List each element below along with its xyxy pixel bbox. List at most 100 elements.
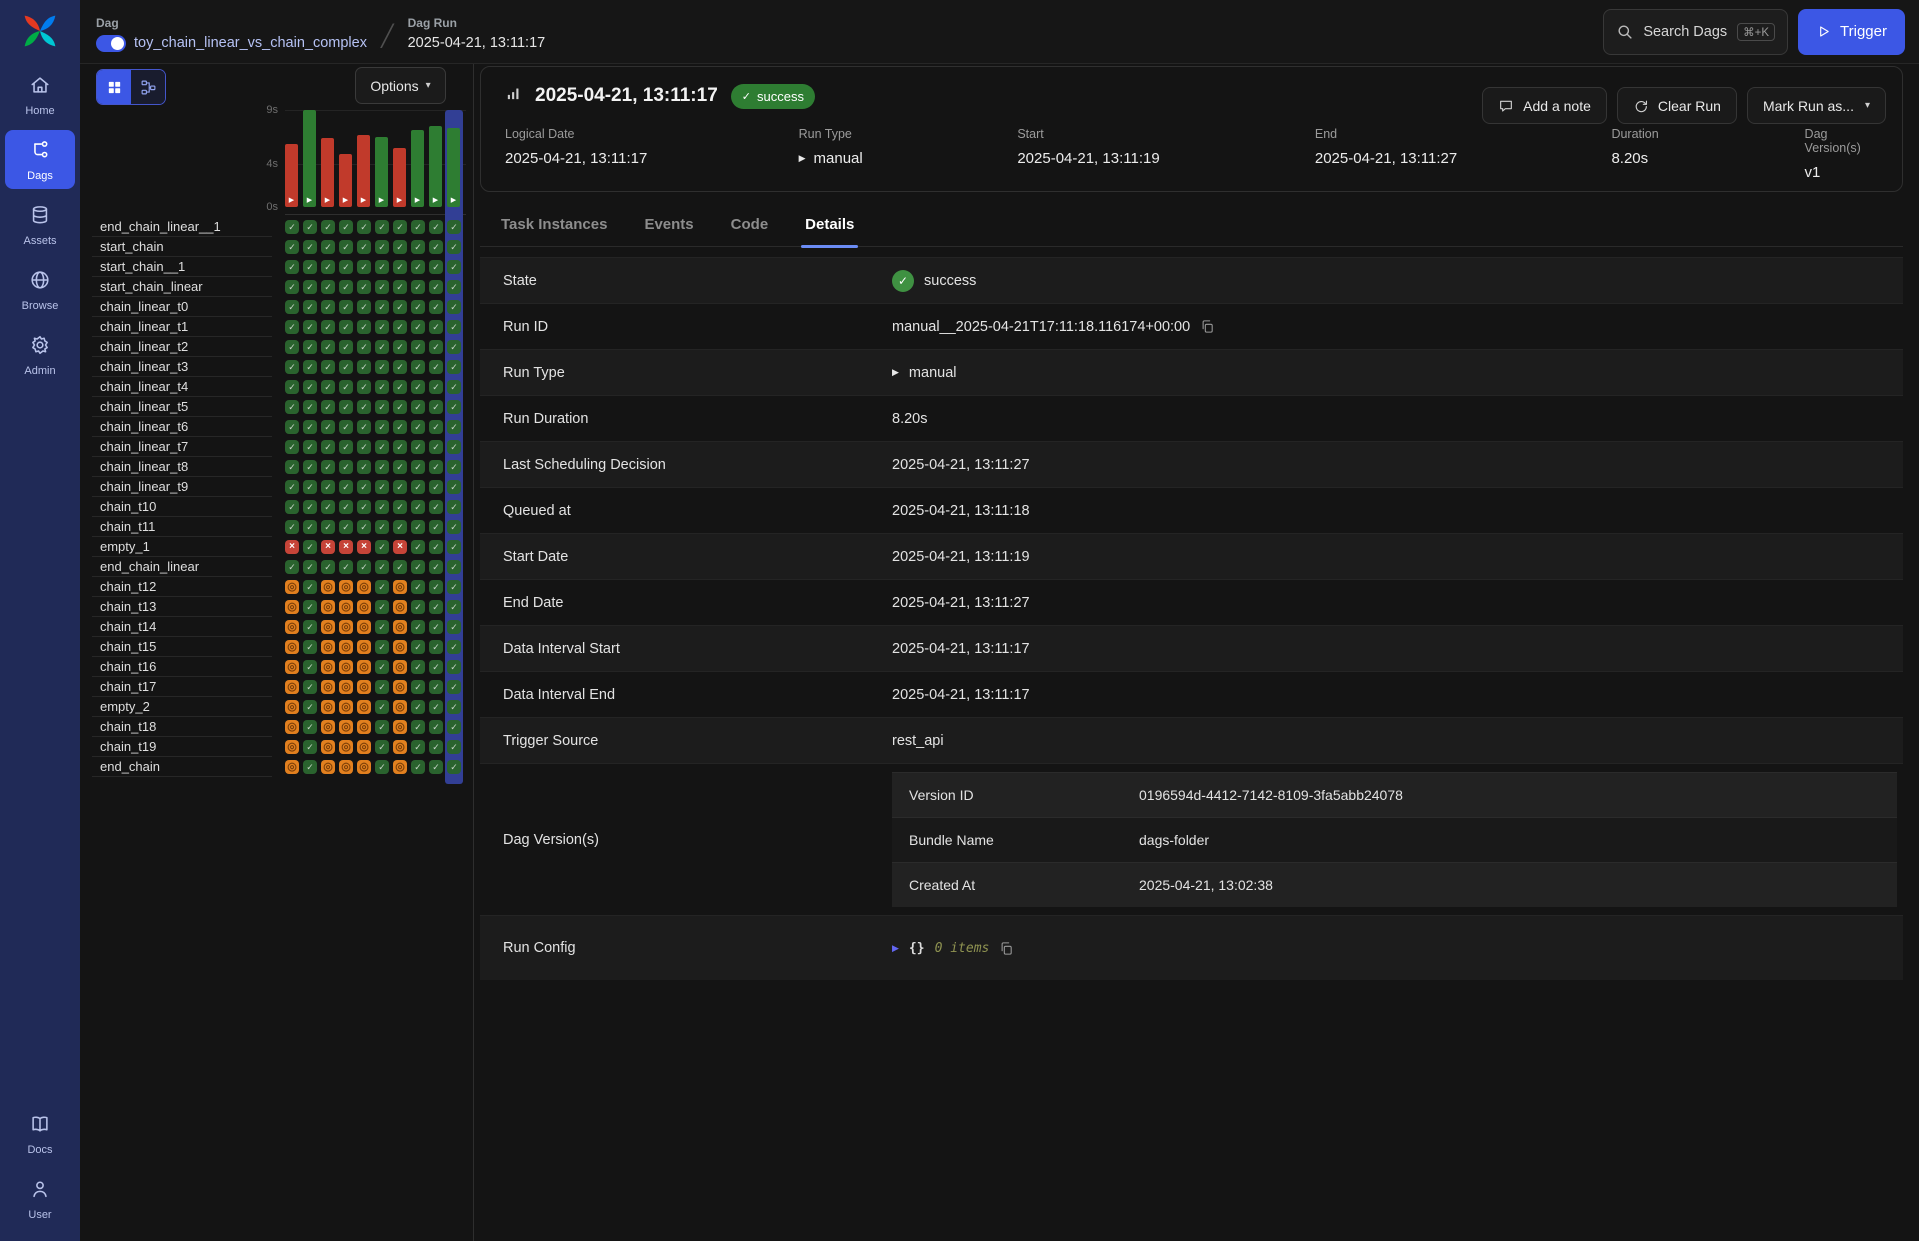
task-instance-chain_linear_t5-run6-success[interactable]: ✓: [375, 400, 389, 414]
task-instance-chain_linear_t8-run2-success[interactable]: ✓: [303, 460, 317, 474]
task-instance-start_chain_linear-run1-success[interactable]: ✓: [285, 280, 299, 294]
tab-details[interactable]: Details: [803, 210, 856, 246]
task-instance-start_chain_linear-run7-success[interactable]: ✓: [393, 280, 407, 294]
task-instance-chain_linear_t5-run7-success[interactable]: ✓: [393, 400, 407, 414]
task-instance-end_chain-run3-upstream_failed[interactable]: ◎: [321, 760, 335, 774]
task-instance-empty_2-run4-upstream_failed[interactable]: ◎: [339, 700, 353, 714]
tab-task-instances[interactable]: Task Instances: [499, 210, 609, 246]
task-instance-chain_linear_t9-run10-success[interactable]: ✓: [447, 480, 461, 494]
task-instance-chain_linear_t5-run8-success[interactable]: ✓: [411, 400, 425, 414]
task-instance-chain_linear_t6-run7-success[interactable]: ✓: [393, 420, 407, 434]
task-instance-chain_t14-run2-success[interactable]: ✓: [303, 620, 317, 634]
task-instance-chain_linear_t5-run3-success[interactable]: ✓: [321, 400, 335, 414]
task-instance-empty_2-run10-success[interactable]: ✓: [447, 700, 461, 714]
task-instance-chain_t11-run7-success[interactable]: ✓: [393, 520, 407, 534]
task-name-chain_t15[interactable]: chain_t15: [100, 639, 156, 654]
task-name-chain_t10[interactable]: chain_t10: [100, 499, 156, 514]
task-instance-end_chain_linear__1-run10-success[interactable]: ✓: [447, 220, 461, 234]
task-instance-chain_t12-run8-success[interactable]: ✓: [411, 580, 425, 594]
task-name-start_chain[interactable]: start_chain: [100, 239, 164, 254]
task-name-chain_linear_t9[interactable]: chain_linear_t9: [100, 479, 188, 494]
task-instance-chain_t17-run3-upstream_failed[interactable]: ◎: [321, 680, 335, 694]
task-instance-chain_linear_t4-run9-success[interactable]: ✓: [429, 380, 443, 394]
task-instance-end_chain_linear__1-run6-success[interactable]: ✓: [375, 220, 389, 234]
task-instance-empty_1-run2-success[interactable]: ✓: [303, 540, 317, 554]
task-instance-chain_t14-run8-success[interactable]: ✓: [411, 620, 425, 634]
task-instance-end_chain_linear-run7-success[interactable]: ✓: [393, 560, 407, 574]
task-instance-chain_t14-run9-success[interactable]: ✓: [429, 620, 443, 634]
task-instance-start_chain-run2-success[interactable]: ✓: [303, 240, 317, 254]
task-instance-end_chain-run8-success[interactable]: ✓: [411, 760, 425, 774]
task-instance-end_chain_linear-run5-success[interactable]: ✓: [357, 560, 371, 574]
task-instance-chain_t18-run9-success[interactable]: ✓: [429, 720, 443, 734]
task-instance-chain_linear_t5-run9-success[interactable]: ✓: [429, 400, 443, 414]
task-instance-chain_linear_t9-run7-success[interactable]: ✓: [393, 480, 407, 494]
task-instance-chain_linear_t4-run6-success[interactable]: ✓: [375, 380, 389, 394]
task-instance-chain_t15-run9-success[interactable]: ✓: [429, 640, 443, 654]
task-name-chain_linear_t8[interactable]: chain_linear_t8: [100, 459, 188, 474]
task-instance-chain_linear_t4-run2-success[interactable]: ✓: [303, 380, 317, 394]
task-instance-chain_t10-run6-success[interactable]: ✓: [375, 500, 389, 514]
task-instance-chain_linear_t1-run2-success[interactable]: ✓: [303, 320, 317, 334]
task-instance-chain_linear_t6-run6-success[interactable]: ✓: [375, 420, 389, 434]
task-name-chain_linear_t7[interactable]: chain_linear_t7: [100, 439, 188, 454]
task-instance-empty_2-run2-success[interactable]: ✓: [303, 700, 317, 714]
task-instance-chain_t12-run7-upstream_failed[interactable]: ◎: [393, 580, 407, 594]
task-instance-start_chain_linear-run4-success[interactable]: ✓: [339, 280, 353, 294]
task-instance-chain_t13-run5-upstream_failed[interactable]: ◎: [357, 600, 371, 614]
task-name-empty_1[interactable]: empty_1: [100, 539, 150, 554]
task-instance-chain_t13-run9-success[interactable]: ✓: [429, 600, 443, 614]
task-instance-chain_t12-run1-upstream_failed[interactable]: ◎: [285, 580, 299, 594]
task-instance-chain_t11-run1-success[interactable]: ✓: [285, 520, 299, 534]
task-name-chain_t16[interactable]: chain_t16: [100, 659, 156, 674]
task-name-chain_t12[interactable]: chain_t12: [100, 579, 156, 594]
task-instance-end_chain_linear__1-run3-success[interactable]: ✓: [321, 220, 335, 234]
task-instance-chain_linear_t2-run1-success[interactable]: ✓: [285, 340, 299, 354]
task-instance-start_chain_linear-run9-success[interactable]: ✓: [429, 280, 443, 294]
task-instance-end_chain_linear__1-run8-success[interactable]: ✓: [411, 220, 425, 234]
task-instance-chain_t16-run4-upstream_failed[interactable]: ◎: [339, 660, 353, 674]
task-instance-chain_linear_t0-run5-success[interactable]: ✓: [357, 300, 371, 314]
task-instance-start_chain-run5-success[interactable]: ✓: [357, 240, 371, 254]
task-instance-chain_t15-run1-upstream_failed[interactable]: ◎: [285, 640, 299, 654]
task-instance-chain_t18-run1-upstream_failed[interactable]: ◎: [285, 720, 299, 734]
task-instance-chain_linear_t2-run3-success[interactable]: ✓: [321, 340, 335, 354]
task-instance-chain_linear_t7-run9-success[interactable]: ✓: [429, 440, 443, 454]
task-name-chain_linear_t2[interactable]: chain_linear_t2: [100, 339, 188, 354]
task-instance-chain_linear_t9-run4-success[interactable]: ✓: [339, 480, 353, 494]
task-instance-start_chain_linear-run3-success[interactable]: ✓: [321, 280, 335, 294]
task-instance-chain_t13-run7-upstream_failed[interactable]: ◎: [393, 600, 407, 614]
copy-button[interactable]: [999, 941, 1014, 956]
task-instance-chain_t16-run10-success[interactable]: ✓: [447, 660, 461, 674]
task-instance-chain_linear_t8-run5-success[interactable]: ✓: [357, 460, 371, 474]
task-instance-chain_t19-run5-upstream_failed[interactable]: ◎: [357, 740, 371, 754]
task-instance-chain_linear_t4-run5-success[interactable]: ✓: [357, 380, 371, 394]
task-instance-chain_linear_t1-run4-success[interactable]: ✓: [339, 320, 353, 334]
task-instance-chain_t13-run2-success[interactable]: ✓: [303, 600, 317, 614]
task-instance-start_chain_linear-run5-success[interactable]: ✓: [357, 280, 371, 294]
task-instance-chain_t13-run10-success[interactable]: ✓: [447, 600, 461, 614]
task-instance-empty_1-run1-failed[interactable]: ×: [285, 540, 299, 554]
task-instance-chain_linear_t3-run5-success[interactable]: ✓: [357, 360, 371, 374]
task-instance-chain_linear_t9-run2-success[interactable]: ✓: [303, 480, 317, 494]
task-instance-chain_linear_t3-run6-success[interactable]: ✓: [375, 360, 389, 374]
task-instance-start_chain__1-run7-success[interactable]: ✓: [393, 260, 407, 274]
task-name-chain_t18[interactable]: chain_t18: [100, 719, 156, 734]
task-instance-start_chain__1-run6-success[interactable]: ✓: [375, 260, 389, 274]
task-instance-end_chain_linear__1-run4-success[interactable]: ✓: [339, 220, 353, 234]
task-instance-end_chain_linear-run4-success[interactable]: ✓: [339, 560, 353, 574]
task-instance-chain_t17-run10-success[interactable]: ✓: [447, 680, 461, 694]
sidebar-item-admin[interactable]: Admin: [5, 325, 75, 384]
task-instance-end_chain_linear-run10-success[interactable]: ✓: [447, 560, 461, 574]
expand-arrow-icon[interactable]: ▶: [892, 943, 899, 954]
task-instance-chain_linear_t3-run10-success[interactable]: ✓: [447, 360, 461, 374]
task-instance-end_chain_linear__1-run9-success[interactable]: ✓: [429, 220, 443, 234]
task-instance-chain_t10-run5-success[interactable]: ✓: [357, 500, 371, 514]
task-instance-chain_linear_t7-run7-success[interactable]: ✓: [393, 440, 407, 454]
task-instance-chain_linear_t5-run10-success[interactable]: ✓: [447, 400, 461, 414]
task-instance-end_chain_linear__1-run7-success[interactable]: ✓: [393, 220, 407, 234]
task-instance-chain_linear_t4-run4-success[interactable]: ✓: [339, 380, 353, 394]
task-name-chain_t13[interactable]: chain_t13: [100, 599, 156, 614]
task-instance-chain_linear_t9-run1-success[interactable]: ✓: [285, 480, 299, 494]
task-instance-end_chain_linear-run1-success[interactable]: ✓: [285, 560, 299, 574]
